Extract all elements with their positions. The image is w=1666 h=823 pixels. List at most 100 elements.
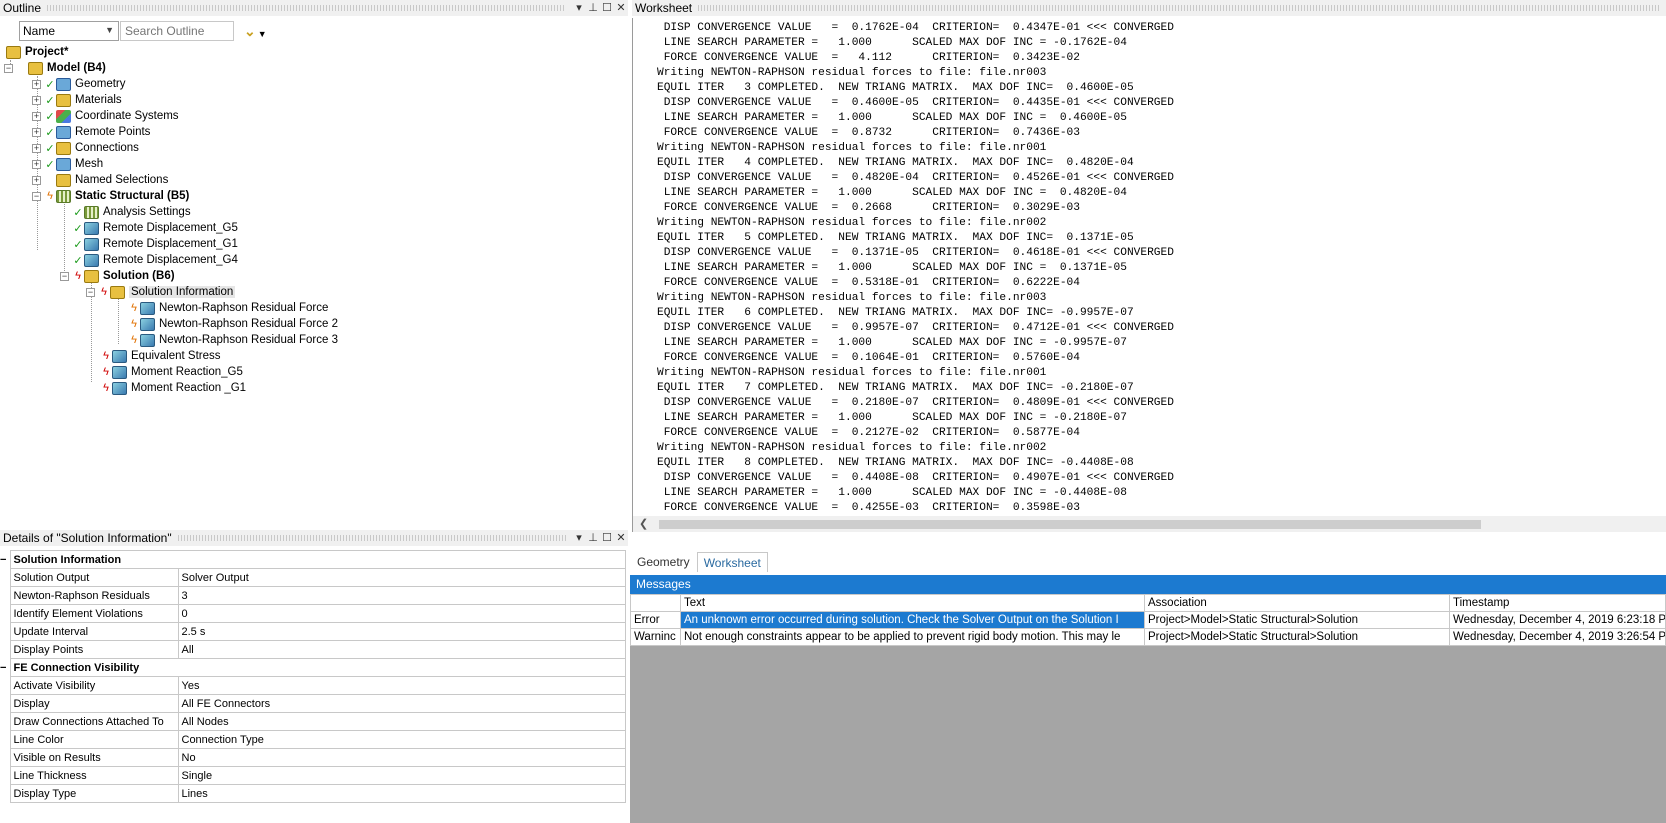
- row-label: Identify Element Violations: [9, 604, 179, 623]
- details-row[interactable]: Visible on Results No: [0, 748, 626, 767]
- details-row[interactable]: Draw Connections Attached To All Nodes: [0, 712, 626, 731]
- tree-node-model[interactable]: − Model (B4): [4, 60, 106, 76]
- tree-node-nr-residual-force-2[interactable]: ϟ Newton-Raphson Residual Force 2: [128, 316, 338, 332]
- outline-toolbar: Name ▼ ⌄ ▼: [0, 18, 628, 44]
- tree-node-analysis-settings[interactable]: ✓ Analysis Settings: [72, 204, 191, 220]
- details-group-header[interactable]: − Solution Information: [0, 550, 626, 569]
- collapse-icon[interactable]: −: [4, 63, 13, 73]
- tree-node-solution-information[interactable]: − ϟ Solution Information: [86, 284, 236, 300]
- message-row[interactable]: Error An unknown error occurred during s…: [630, 611, 1666, 629]
- solution-icon: [84, 269, 99, 283]
- expand-icon[interactable]: +: [32, 143, 41, 153]
- details-row[interactable]: Line Color Connection Type: [0, 730, 626, 749]
- row-value[interactable]: All FE Connectors: [177, 694, 626, 713]
- type-column-header[interactable]: [630, 594, 681, 612]
- tree-label: Mesh: [75, 158, 104, 170]
- row-value[interactable]: 0: [177, 604, 626, 623]
- details-row[interactable]: Display All FE Connectors: [0, 694, 626, 713]
- text-column-header[interactable]: Text: [680, 594, 1145, 612]
- expand-icon[interactable]: +: [32, 111, 41, 121]
- close-icon[interactable]: ✕: [614, 1, 628, 15]
- error-lightning-icon: ϟ: [103, 350, 109, 362]
- details-row[interactable]: Solution Output Solver Output: [0, 568, 626, 587]
- solver-output[interactable]: DISP CONVERGENCE VALUE = 0.1762E-04 CRIT…: [632, 18, 1666, 532]
- collapse-icon[interactable]: −: [60, 271, 69, 281]
- tree-node-remote-displacement-g1[interactable]: ✓ Remote Displacement_G1: [72, 236, 238, 252]
- expand-icon[interactable]: +: [32, 79, 41, 89]
- collapse-icon[interactable]: −: [0, 658, 11, 677]
- check-icon: ✓: [73, 254, 83, 267]
- tree-label: Analysis Settings: [103, 206, 191, 218]
- row-value[interactable]: Single: [177, 766, 626, 785]
- tree-node-remote-displacement-g5[interactable]: ✓ Remote Displacement_G5: [72, 220, 238, 236]
- row-value[interactable]: Connection Type: [177, 730, 626, 749]
- tree-node-remote-points[interactable]: + ✓ Remote Points: [32, 124, 150, 140]
- row-label: Draw Connections Attached To: [9, 712, 179, 731]
- tree-node-coordinate-systems[interactable]: + ✓ Coordinate Systems: [32, 108, 179, 124]
- row-value[interactable]: Yes: [177, 676, 626, 695]
- dropdown-arrow-icon[interactable]: ▾: [572, 1, 586, 15]
- row-value[interactable]: 3: [177, 586, 626, 605]
- association-column-header[interactable]: Association: [1144, 594, 1450, 612]
- tree-node-mesh[interactable]: + ✓ Mesh: [32, 156, 103, 172]
- details-row[interactable]: Display Type Lines: [0, 784, 626, 803]
- row-value[interactable]: Solver Output: [177, 568, 626, 587]
- filter-dropdown-icon[interactable]: ▼: [258, 29, 267, 39]
- collapse-icon[interactable]: −: [86, 287, 95, 297]
- tree-node-connections[interactable]: + ✓ Connections: [32, 140, 139, 156]
- scroll-left-icon[interactable]: ❮: [639, 517, 648, 530]
- details-row[interactable]: Identify Element Violations 0: [0, 604, 626, 623]
- tree-node-static-structural[interactable]: − ϟ Static Structural (B5): [32, 188, 189, 204]
- details-row[interactable]: Activate Visibility Yes: [0, 676, 626, 695]
- result-icon: [140, 333, 155, 347]
- tree-node-named-selections[interactable]: + Named Selections: [32, 172, 168, 188]
- tree-node-materials[interactable]: + ✓ Materials: [32, 92, 122, 108]
- maximize-icon[interactable]: ☐: [600, 531, 614, 545]
- details-row[interactable]: Newton-Raphson Residuals 3: [0, 586, 626, 605]
- tree-label: Newton-Raphson Residual Force 2: [159, 318, 338, 330]
- dropdown-arrow-icon[interactable]: ▾: [572, 531, 586, 545]
- maximize-icon[interactable]: ☐: [600, 1, 614, 15]
- row-value[interactable]: All: [177, 640, 626, 659]
- row-value[interactable]: No: [177, 748, 626, 767]
- tab-geometry[interactable]: Geometry: [630, 552, 697, 572]
- check-icon: ✓: [45, 126, 55, 139]
- search-outline-input[interactable]: [120, 21, 234, 41]
- horizontal-scrollbar[interactable]: ❮: [633, 516, 1666, 532]
- message-row[interactable]: Warninc Not enough constraints appear to…: [630, 628, 1666, 646]
- tree-node-equivalent-stress[interactable]: ϟ Equivalent Stress: [100, 348, 221, 364]
- details-row[interactable]: Line Thickness Single: [0, 766, 626, 785]
- remote-points-icon: [56, 125, 71, 139]
- filter-chevron-icon[interactable]: ⌄: [244, 23, 256, 40]
- close-icon[interactable]: ✕: [614, 531, 628, 545]
- tree-node-nr-residual-force[interactable]: ϟ Newton-Raphson Residual Force: [128, 300, 328, 316]
- tree-label: Newton-Raphson Residual Force: [159, 302, 329, 314]
- expand-icon[interactable]: +: [32, 95, 41, 105]
- row-value[interactable]: 2.5 s: [177, 622, 626, 641]
- pin-icon[interactable]: ⊥: [586, 1, 600, 15]
- tree-node-moment-reaction-g1[interactable]: ϟ Moment Reaction _G1: [100, 380, 246, 396]
- tab-worksheet[interactable]: Worksheet: [696, 552, 768, 572]
- messages-header-row: Text Association Timestamp: [630, 594, 1666, 612]
- tree-node-nr-residual-force-3[interactable]: ϟ Newton-Raphson Residual Force 3: [128, 332, 338, 348]
- pin-icon[interactable]: ⊥: [586, 531, 600, 545]
- collapse-icon[interactable]: −: [0, 550, 11, 569]
- tree-node-geometry[interactable]: + ✓ Geometry: [32, 76, 126, 92]
- tree-node-moment-reaction-g5[interactable]: ϟ Moment Reaction_G5: [100, 364, 243, 380]
- row-value[interactable]: All Nodes: [177, 712, 626, 731]
- timestamp-column-header[interactable]: Timestamp: [1449, 594, 1666, 612]
- expand-icon[interactable]: +: [32, 127, 41, 137]
- message-timestamp: Wednesday, December 4, 2019 6:23:18 PM: [1449, 611, 1666, 629]
- scrollbar-thumb[interactable]: [659, 520, 1481, 529]
- collapse-icon[interactable]: −: [32, 191, 41, 201]
- details-group-header[interactable]: − FE Connection Visibility: [0, 658, 626, 677]
- details-row[interactable]: Update Interval 2.5 s: [0, 622, 626, 641]
- expand-icon[interactable]: +: [32, 159, 41, 169]
- row-value[interactable]: Lines: [177, 784, 626, 803]
- details-row[interactable]: Display Points All: [0, 640, 626, 659]
- name-combo[interactable]: Name ▼: [19, 21, 119, 41]
- tree-node-solution[interactable]: − ϟ Solution (B6): [60, 268, 175, 284]
- expand-icon[interactable]: +: [32, 175, 41, 185]
- tree-node-remote-displacement-g4[interactable]: ✓ Remote Displacement_G4: [72, 252, 238, 268]
- tree-node-project[interactable]: Project*: [6, 44, 68, 60]
